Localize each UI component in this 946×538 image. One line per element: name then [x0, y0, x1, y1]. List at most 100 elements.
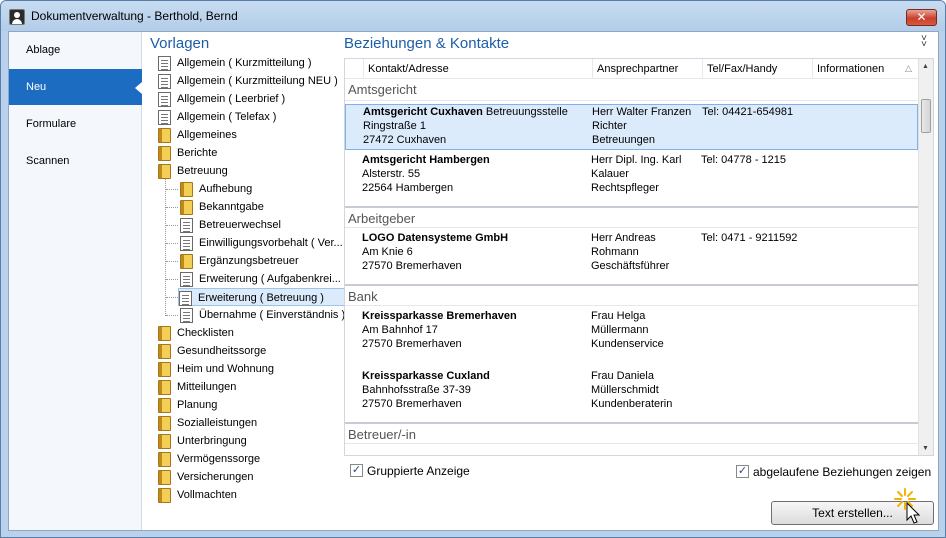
tree-connector — [166, 225, 178, 226]
contact-person: Herr Dipl. Ing. Karl — [591, 154, 682, 166]
template-item-label: Mitteilungen — [177, 381, 237, 393]
contact-row[interactable]: Amtsgericht Cuxhaven Betreuungsstelle Rin… — [345, 104, 918, 150]
window-title: Dokumentverwaltung - Berthold, Bernd — [31, 9, 238, 23]
mouse-cursor-icon — [906, 502, 920, 524]
template-item-label: Vermögenssorge — [177, 453, 261, 465]
grid-header: △ Kontakt/Adresse Ansprechpartner Tel/Fax/… — [345, 59, 918, 79]
contact-city: 22564 Hambergen — [362, 182, 454, 194]
template-item-label: Planung — [177, 399, 218, 411]
scroll-down-icon[interactable]: ▼ — [922, 445, 929, 452]
contact-street: Alsterstr. 55 — [362, 168, 421, 180]
grouped-display-checkbox[interactable]: ✓ — [350, 464, 363, 477]
contact-role: Rechtspfleger — [591, 182, 659, 194]
left-nav: Ablage Neu Formulare Scannen — [9, 32, 142, 530]
contact-person: Herr Walter Franzen — [592, 106, 692, 118]
template-item-label: Vollmachten — [177, 489, 237, 501]
folder-icon — [158, 398, 171, 413]
contact-street: Am Knie 6 — [362, 246, 413, 258]
folder-icon — [180, 200, 193, 215]
contact-row[interactable]: Kreissparkasse Bremerhaven Am Bahnhof 17 2… — [345, 309, 918, 355]
column-header[interactable]: Informationen — [812, 59, 918, 79]
scroll-thumb[interactable] — [921, 99, 931, 133]
nav-item-ablage[interactable]: Ablage — [9, 32, 142, 68]
contact-role: Kundenberaterin — [591, 398, 673, 410]
column-header[interactable]: Kontakt/Adresse — [363, 59, 592, 79]
folder-icon — [158, 362, 171, 377]
template-item-label: Sozialleistungen — [177, 417, 258, 429]
contact-name: Amtsgericht Cuxhaven — [363, 106, 483, 118]
tree-connector — [166, 261, 178, 262]
folder-icon — [158, 146, 171, 161]
template-item-label: Allgemein ( Telefax ) — [177, 111, 277, 123]
contact-title-line: Amtsgericht Cuxhaven Betreuungsstelle — [363, 106, 568, 118]
column-header[interactable]: Tel/Fax/Handy — [702, 59, 812, 79]
contact-phone: Tel: 04778 - 1215 — [701, 154, 787, 166]
close-button[interactable]: ✕ — [906, 9, 937, 26]
document-icon — [180, 236, 193, 251]
document-icon — [179, 291, 192, 306]
template-item-label: Allgemein ( Leerbrief ) — [177, 93, 286, 105]
template-item-label: Versicherungen — [177, 471, 254, 483]
template-item-label: Erweiterung ( Aufgabenkrei... — [199, 273, 341, 285]
folder-icon — [180, 182, 193, 197]
collapse-chevrons-icon[interactable]: ˅ ˅ — [918, 34, 930, 50]
template-item-label: Checklisten — [177, 327, 234, 339]
title-bar[interactable]: Dokumentverwaltung - Berthold, Bernd ✕ — [1, 1, 945, 31]
vertical-scrollbar[interactable]: ▲ ▼ — [918, 59, 933, 455]
template-item-label: Gesundheitssorge — [177, 345, 267, 357]
template-item-label: Allgemein ( Kurzmitteilung ) — [177, 57, 312, 69]
contact-role: Betreuungen — [592, 134, 655, 146]
nav-item-formulare[interactable]: Formulare — [9, 106, 142, 142]
folder-icon — [158, 488, 171, 503]
contact-street: Ringstraße 1 — [363, 120, 426, 132]
document-icon — [158, 74, 171, 89]
contact-city: 27472 Cuxhaven — [363, 134, 447, 146]
contact-name: LOGO Datensysteme GmbH — [362, 232, 509, 244]
contact-row[interactable]: Kreissparkasse Cuxland Bahnhofsstraße 37-… — [345, 369, 918, 415]
contact-person: Frau Daniela — [591, 370, 654, 382]
expired-relations-checkbox[interactable]: ✓ — [736, 465, 749, 478]
template-item-label: Ergänzungsbetreuer — [199, 255, 299, 267]
tree-connector — [166, 207, 178, 208]
group-header[interactable]: Bank — [345, 284, 918, 306]
folder-icon — [158, 434, 171, 449]
template-item-label: Bekanntgabe — [199, 201, 264, 213]
contact-city: 27570 Bremerhaven — [362, 338, 462, 350]
contact-row[interactable]: LOGO Datensysteme GmbH Am Knie 6 27570 Bre… — [345, 231, 918, 277]
template-item-label: Heim und Wohnung — [177, 363, 275, 375]
nav-item-scannen[interactable]: Scannen — [9, 143, 142, 179]
nav-item-neu[interactable]: Neu — [9, 69, 142, 105]
folder-icon — [158, 452, 171, 467]
group-header[interactable]: Arbeitgeber — [345, 206, 918, 228]
contact-person-line: Müllermann — [591, 324, 649, 336]
scroll-up-icon[interactable]: ▲ — [922, 63, 929, 70]
contact-street: Bahnhofsstraße 37-39 — [362, 384, 471, 396]
folder-icon — [158, 380, 171, 395]
folder-icon — [158, 344, 171, 359]
template-item[interactable]: Erweiterung ( Betreuung ) — [178, 288, 368, 306]
template-item-label: Allgemeines — [177, 129, 237, 141]
contact-person: Herr Andreas — [591, 232, 656, 244]
template-item-label: Berichte — [177, 147, 218, 159]
template-item-label: Einwilligungsvorbehalt ( Ver... — [199, 237, 343, 249]
contact-name: Kreissparkasse Cuxland — [362, 370, 490, 382]
template-item-label: Erweiterung ( Betreuung ) — [198, 292, 324, 304]
tree-connector — [166, 315, 178, 316]
template-item-label: Aufhebung — [199, 183, 253, 195]
client-area: Ablage Neu Formulare Scannen Vorlagen Allge… — [8, 31, 939, 531]
folder-icon — [158, 470, 171, 485]
document-icon — [158, 56, 171, 71]
contact-phone: Tel: 0471 - 9211592 — [701, 232, 798, 244]
contact-phone: Tel: 04421-654981 — [702, 106, 794, 118]
group-header[interactable]: Betreuer/-in — [345, 422, 918, 444]
document-icon — [180, 272, 193, 287]
column-header[interactable]: Ansprechpartner — [592, 59, 702, 79]
group-header[interactable]: Amtsgericht — [345, 79, 918, 101]
contact-person-line: Rohmann — [591, 246, 639, 258]
relations-heading: Beziehungen & Kontakte — [344, 35, 510, 52]
contact-row[interactable]: Amtsgericht Hambergen Alsterstr. 55 22564 … — [345, 153, 918, 199]
folder-icon — [158, 416, 171, 431]
user-app-icon — [9, 9, 25, 25]
tree-connector — [166, 279, 178, 280]
template-item-label: Betreuung — [177, 165, 228, 177]
